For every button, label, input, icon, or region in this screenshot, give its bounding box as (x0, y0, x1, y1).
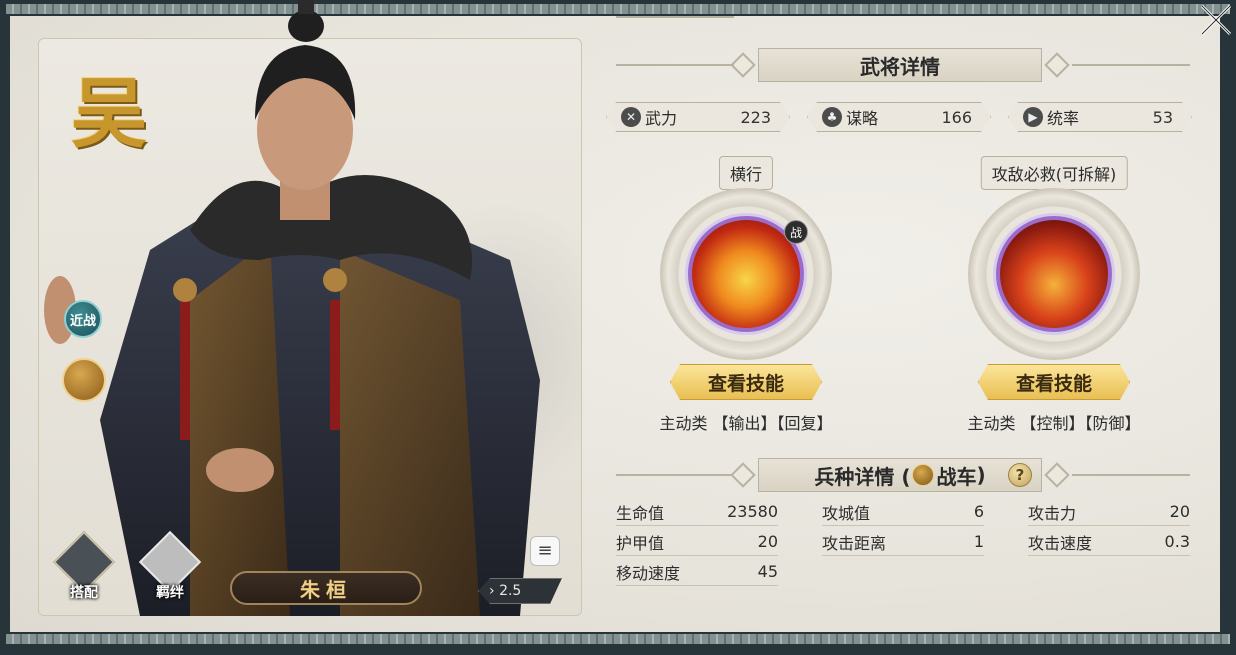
stat-label: 攻击力 (1028, 503, 1077, 523)
war-badge: 战 (784, 220, 808, 244)
skill-name: 横行 (718, 156, 774, 190)
stat-strategy: ♣ 谋略 166 (807, 102, 991, 132)
troop-stat-attack: 攻击力 20 (1028, 498, 1190, 526)
stat-force: ✕ 武力 223 (606, 102, 790, 132)
troop-title-line-left (616, 474, 734, 476)
bond-label: 羁绊 (156, 585, 184, 601)
equip-label: 搭配 (70, 585, 98, 601)
stat-label: 攻击距离 (822, 533, 887, 553)
view-skill-button[interactable]: 查看技能 (978, 364, 1130, 400)
stat-label: 谋略 (846, 109, 879, 128)
dialog-frame: 吴 近战 搭配 羁绊 朱桓 › 2.5 ≡ 武将详情 ✕ 武力 223 ♣ 谋略… (0, 0, 1236, 655)
skill-2: 攻敌必救(可拆解) 查看技能 主动类 【控制】【防御】 (944, 152, 1164, 433)
stat-value: 223 (740, 107, 771, 127)
chevron-right-icon: › (489, 583, 500, 599)
troop-title: 兵种详情 ( 战车 ) (758, 458, 1042, 492)
troop-stat-armor: 护甲值 20 (616, 528, 778, 556)
stat-command: ▶ 统率 53 (1008, 102, 1192, 132)
troop-stat-attack-speed: 攻击速度 0.3 (1028, 528, 1190, 556)
cost-value: 2.5 (499, 583, 522, 599)
chariot-type-icon[interactable] (62, 358, 106, 402)
troop-stat-move-speed: 移动速度 45 (616, 558, 778, 586)
view-skill-button[interactable]: 查看技能 (670, 364, 822, 400)
title-line-right (1072, 64, 1190, 66)
stat-value: 6 (973, 502, 984, 521)
skill-burning-rider-icon[interactable] (996, 216, 1112, 332)
stat-label: 生命值 (616, 503, 665, 523)
stat-value: 20 (757, 532, 778, 551)
melee-type-badge[interactable]: 近战 (64, 300, 102, 338)
troop-stat-siege: 攻城值 6 (822, 498, 984, 526)
stat-value: 0.3 (1164, 532, 1190, 551)
stat-label: 武力 (645, 109, 678, 128)
bottom-border (6, 634, 1230, 644)
bond-button[interactable]: 羁绊 (138, 530, 202, 601)
general-name: 朱桓 (230, 571, 422, 605)
skill-types: 主动类 【控制】【防御】 (967, 414, 1141, 433)
troop-title-suffix: ) (976, 463, 986, 487)
skill-1: 横行 战 查看技能 主动类 【输出】【回复】 (636, 152, 856, 433)
troop-title-line-right (1072, 474, 1190, 476)
stat-value: 166 (941, 107, 972, 127)
stat-value: 1 (973, 532, 984, 551)
troop-type: 战车 (936, 464, 977, 489)
stat-label: 攻城值 (822, 503, 871, 523)
chariot-icon (912, 464, 935, 486)
title-line-left-2 (616, 64, 734, 66)
stat-value: 20 (1169, 502, 1190, 521)
stat-label: 移动速度 (616, 563, 681, 583)
force-icon: ✕ (621, 107, 641, 127)
stat-value: 53 (1152, 107, 1173, 127)
details-title: 武将详情 (758, 48, 1042, 82)
title-line-left (616, 16, 734, 18)
help-icon[interactable]: ? (1008, 463, 1032, 487)
faction-emblem: 吴 (71, 69, 147, 158)
skill-name: 攻敌必救(可拆解) (980, 156, 1128, 190)
strategy-icon: ♣ (822, 107, 842, 127)
troop-stat-range: 攻击距离 1 (822, 528, 984, 556)
stat-label: 护甲值 (616, 533, 665, 553)
list-icon[interactable]: ≡ (530, 536, 560, 566)
equip-button[interactable]: 搭配 (52, 530, 116, 601)
close-icon[interactable] (1196, 0, 1236, 40)
command-icon: ▶ (1023, 107, 1043, 127)
stat-label: 攻击速度 (1028, 533, 1093, 553)
stat-label: 统率 (1047, 109, 1080, 128)
troop-title-prefix: 兵种详情 ( (814, 464, 911, 489)
troop-stat-hp: 生命值 23580 (616, 498, 778, 526)
stat-value: 45 (757, 562, 778, 581)
skill-types: 主动类 【输出】【回复】 (659, 414, 833, 433)
stat-value: 23580 (727, 502, 778, 521)
cost-badge: › 2.5 (478, 578, 562, 604)
